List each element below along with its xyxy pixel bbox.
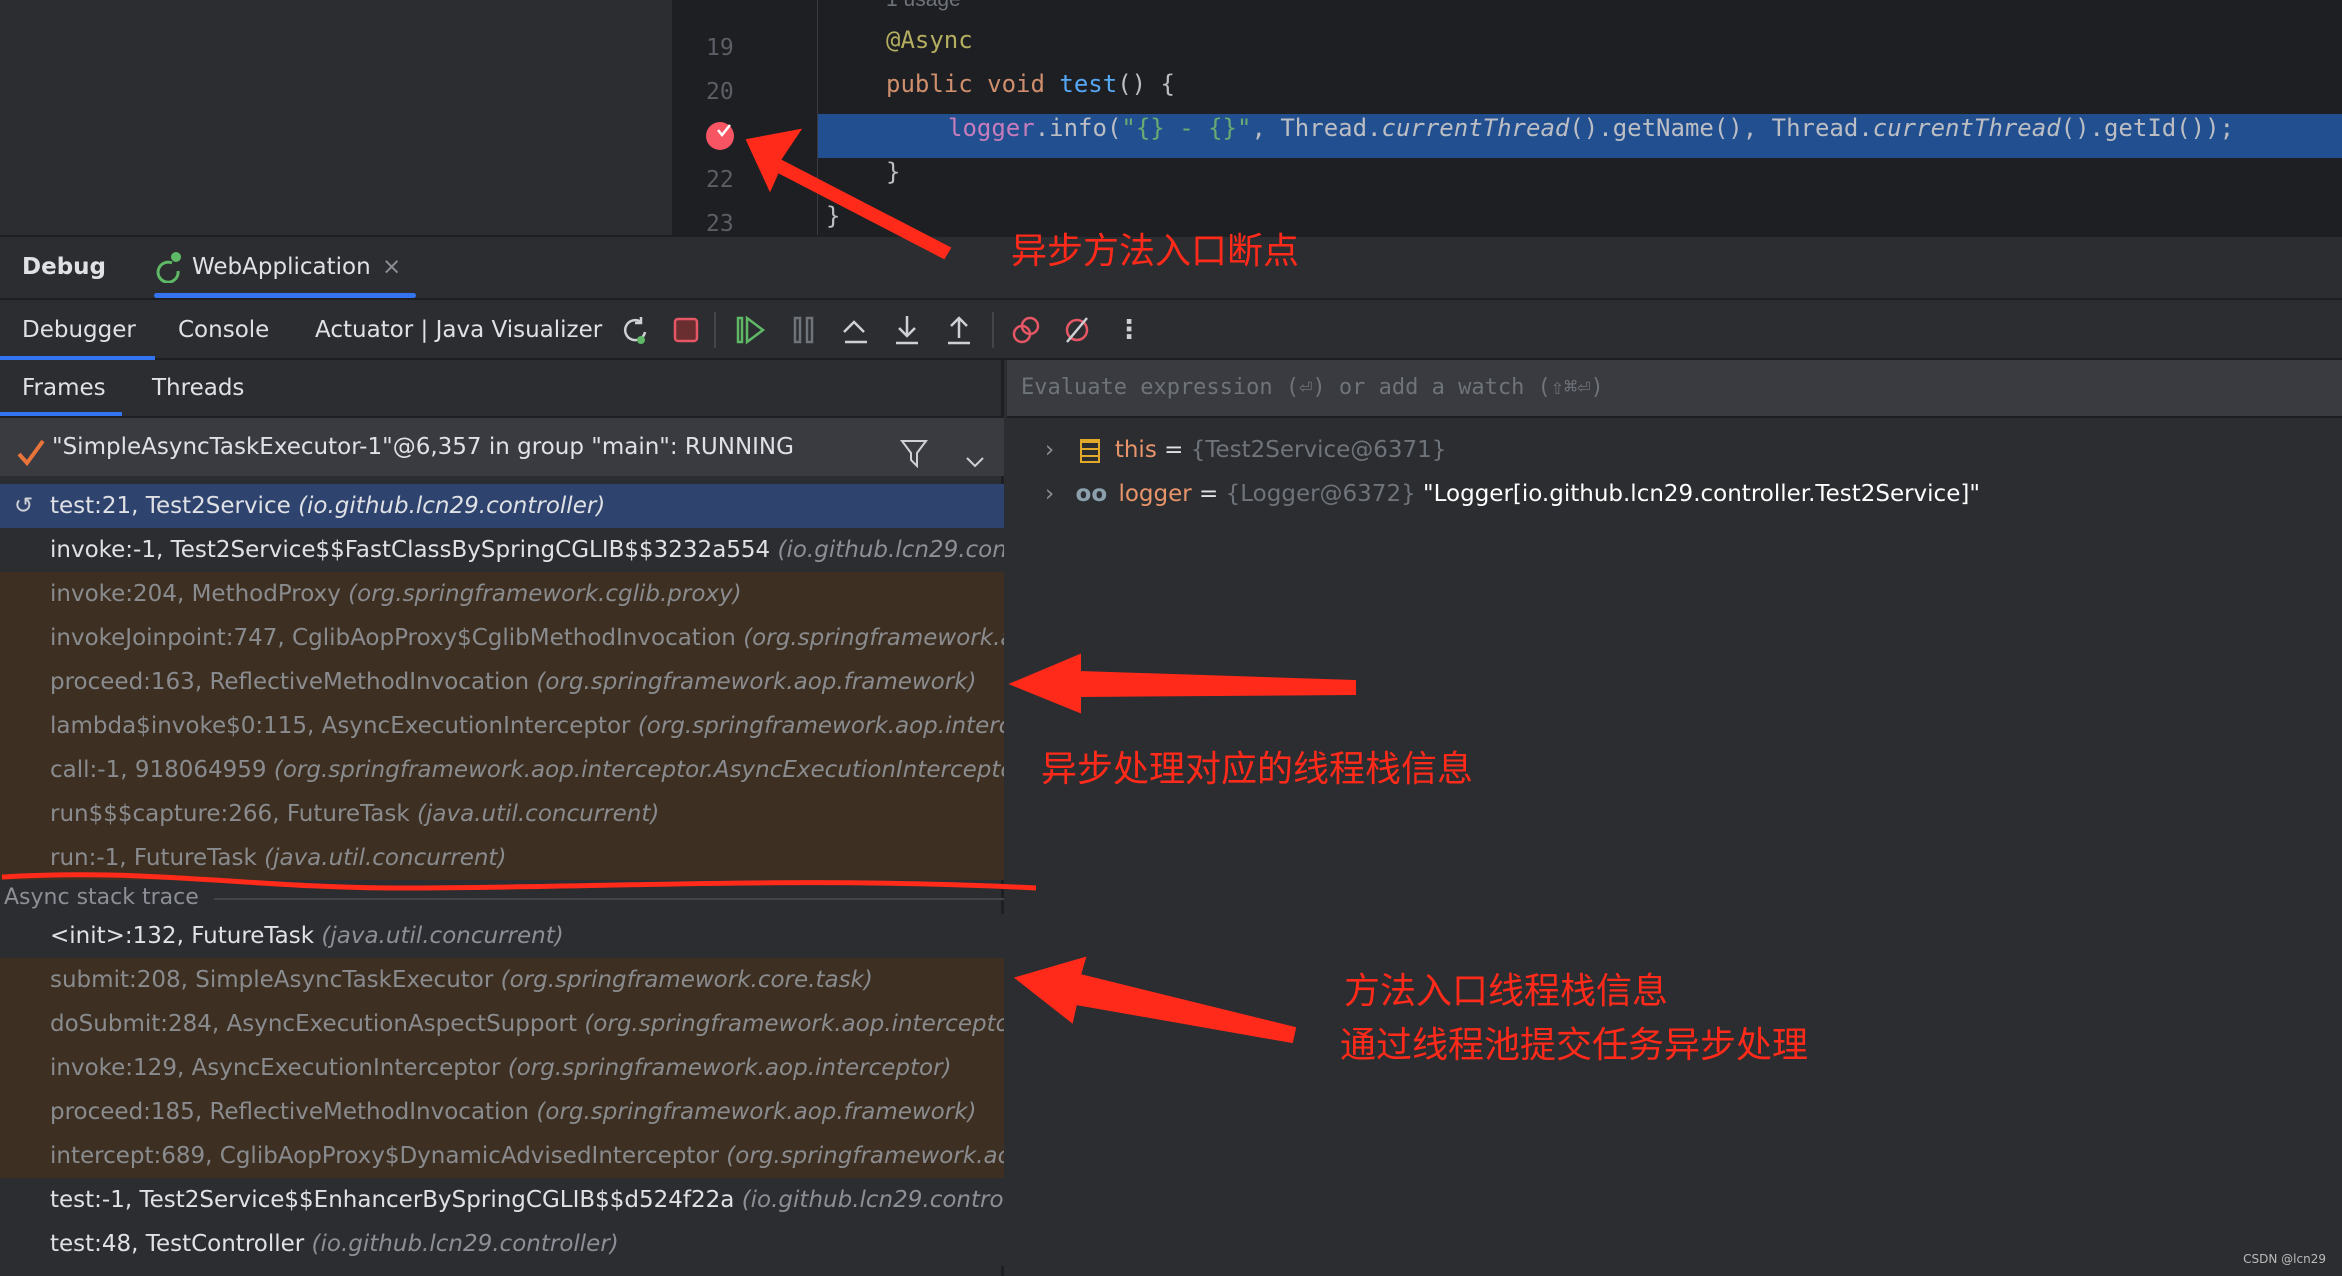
annotation-async-stack: 异步处理对应的线程栈信息	[1041, 749, 1474, 790]
annotation-entry-line2: 通过线程池提交任务异步处理	[1340, 1025, 1809, 1066]
arrow-async-stack	[1008, 653, 1356, 714]
arrow-entry-stack	[1013, 956, 1297, 1044]
watermark: CSDN @lcn29	[2243, 1252, 2326, 1266]
arrow-breakpoint	[745, 128, 952, 260]
red-underline	[1, 872, 1037, 891]
annotation-breakpoint: 异步方法入口断点	[1011, 231, 1300, 272]
annotation-overlay	[1, 128, 1356, 1044]
annotation-entry-line1: 方法入口线程栈信息	[1344, 971, 1669, 1012]
